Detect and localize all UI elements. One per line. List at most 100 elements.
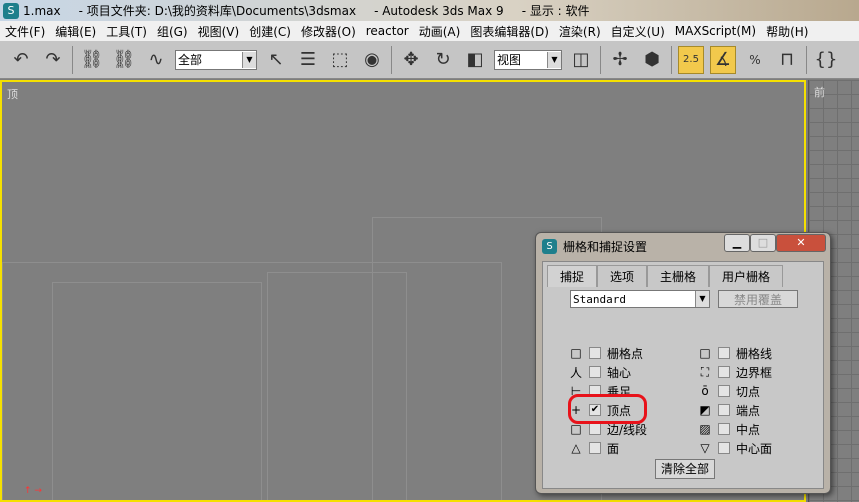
menu-item[interactable]: 视图(V) (193, 23, 245, 40)
snap-checkbox[interactable] (589, 366, 601, 378)
viewport-label: 顶 (7, 88, 18, 101)
menu-item[interactable]: 工具(T) (101, 23, 152, 40)
manipulate-icon[interactable]: ✢ (607, 46, 633, 74)
close-button[interactable]: ✕ (776, 234, 826, 252)
keyboard-shortcut-icon[interactable]: ⬢ (639, 46, 665, 74)
snap-option[interactable]: □ 栅格线 (698, 344, 772, 362)
tab-1[interactable]: 选项 (597, 265, 648, 287)
selection-filter-select[interactable]: 全部 ▼ (175, 49, 257, 70)
snap-option-label: 轴心 (607, 365, 632, 380)
floorplan-outline (267, 272, 407, 500)
title-display: - 显示 : 软件 (521, 4, 590, 18)
snap-checkbox[interactable] (718, 366, 730, 378)
unlink-icon[interactable]: ⛓ (111, 46, 137, 74)
snap-checkbox[interactable] (718, 423, 730, 435)
snap-type-icon: ⛶ (700, 364, 710, 379)
snap-checkbox[interactable] (718, 347, 730, 359)
snap-option-label: 边界框 (736, 365, 773, 380)
snap-type-icon: ▽ (700, 441, 710, 455)
divider (391, 45, 392, 74)
link-icon[interactable]: ⛓ (79, 46, 105, 74)
coord-system-value: 视图 (497, 53, 522, 67)
snap-checkbox[interactable] (589, 442, 601, 454)
maximize-button[interactable]: □ (750, 234, 776, 252)
chevron-down-icon: ▼ (695, 291, 709, 307)
menu-item[interactable]: 创建(C) (244, 23, 296, 40)
redo-icon[interactable]: ↷ (40, 46, 66, 74)
snap-option[interactable]: ▨ 中点 (698, 420, 760, 438)
menu-item[interactable]: 渲染(R) (554, 23, 606, 40)
preset-select[interactable]: Standard ▼ (570, 290, 710, 308)
app-icon: S (3, 2, 19, 19)
snap-option[interactable]: ō 切点 (698, 382, 760, 400)
title-app: - Autodesk 3ds Max 9 (374, 3, 504, 18)
spinner-snap-icon[interactable]: ⊓ (774, 46, 800, 74)
select-by-name-icon[interactable]: ☰ (295, 46, 321, 74)
named-selection-icon[interactable]: {} (813, 46, 839, 74)
snap-option-label: 中点 (736, 422, 761, 437)
snap-option[interactable]: ⛶ 边界框 (698, 363, 772, 381)
chevron-down-icon: ▼ (242, 51, 256, 68)
snap-type-icon: □ (699, 346, 711, 360)
select-icon[interactable]: ↖ (263, 46, 289, 74)
divider (806, 45, 807, 74)
app-icon: S (542, 238, 557, 254)
bind-space-warp-icon[interactable]: ∿ (143, 46, 169, 74)
percent-label: % (749, 52, 761, 67)
snap-option[interactable]: △ 面 (569, 439, 619, 457)
menu-item[interactable]: 图表编辑器(D) (465, 23, 554, 40)
floorplan-outline (52, 282, 262, 500)
snap-type-icon: ō (701, 384, 709, 398)
menu-item[interactable]: 组(G) (152, 23, 193, 40)
tab-0[interactable]: 捕捉 (547, 265, 598, 287)
menu-item[interactable]: 文件(F) (0, 23, 50, 40)
snap-type-icon: △ (571, 441, 581, 455)
viewport-label: 前 (814, 86, 825, 99)
menu-item[interactable]: 动画(A) (414, 23, 466, 40)
snap-option[interactable]: ▽ 中心面 (698, 439, 772, 457)
snap-option-label: 切点 (736, 384, 761, 399)
tab-2[interactable]: 主栅格 (647, 265, 710, 287)
snap-type-icon: 人 (569, 365, 582, 380)
tab-3[interactable]: 用户栅格 (709, 265, 784, 287)
override-button[interactable]: 禁用覆盖 (718, 290, 798, 308)
snap-checkbox[interactable] (718, 385, 730, 397)
menu-item[interactable]: 编辑(E) (50, 23, 101, 40)
percent-snap-button[interactable]: % (742, 46, 768, 74)
snap-type-icon: ▨ (699, 422, 711, 436)
main-toolbar: ↶ ↷ ⛓ ⛓ ∿ 全部 ▼ ↖ ☰ ⬚ ◉ ✥ ↻ ◧ 视图 ▼ ◫ ✢ ⬢ 2.… (0, 41, 859, 79)
rect-selection-icon[interactable]: ⬚ (327, 46, 353, 74)
move-icon[interactable]: ✥ (398, 46, 424, 74)
menu-item[interactable]: MAXScript(M) (670, 24, 761, 38)
selection-filter-value: 全部 (178, 53, 203, 67)
title-project: - 项目文件夹: D:\我的资料库\Documents\3dsmax (78, 4, 357, 18)
snap-label: 2.5 (683, 54, 699, 65)
snap-checkbox[interactable] (718, 442, 730, 454)
snap-option[interactable]: ◩ 端点 (698, 401, 760, 419)
snap-option-label: 栅格线 (736, 346, 773, 361)
window-crossing-icon[interactable]: ◉ (359, 46, 385, 74)
clear-all-button[interactable]: 清除全部 (655, 459, 715, 479)
snap-toggle-button[interactable]: 2.5 (678, 45, 704, 74)
angle-snap-button[interactable]: ∡ (710, 45, 736, 74)
snap-checkbox[interactable] (718, 404, 730, 416)
rotate-icon[interactable]: ↻ (430, 46, 456, 74)
menu-item[interactable]: 帮助(H) (761, 23, 813, 40)
menu-item[interactable]: 自定义(U) (606, 23, 670, 40)
menu-item[interactable]: 修改器(O) (296, 23, 361, 40)
pivot-icon[interactable]: ◫ (568, 46, 594, 74)
divider (72, 45, 73, 74)
snap-option-label: 面 (607, 441, 620, 456)
undo-icon[interactable]: ↶ (8, 46, 34, 74)
menu-item[interactable]: reactor (361, 24, 414, 38)
snap-checkbox[interactable] (589, 423, 601, 435)
snap-option-label: 栅格点 (607, 346, 644, 361)
coord-system-select[interactable]: 视图 ▼ (494, 49, 562, 70)
snap-option[interactable]: 人 轴心 (569, 363, 631, 381)
highlight-annotation (568, 394, 647, 424)
scale-icon[interactable]: ◧ (462, 46, 488, 74)
minimize-button[interactable]: ▁ (724, 234, 750, 252)
snap-option[interactable]: □ 栅格点 (569, 344, 643, 362)
snap-checkbox[interactable] (589, 347, 601, 359)
title-bar: S 1.max - 项目文件夹: D:\我的资料库\Documents\3dsm… (0, 0, 859, 21)
